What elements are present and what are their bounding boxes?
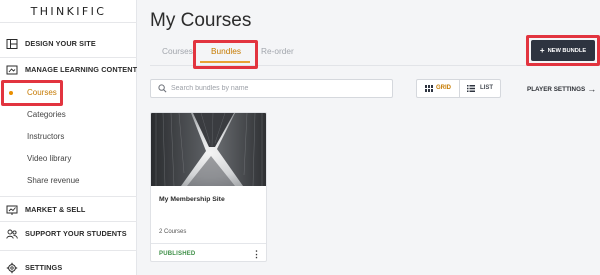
- tab-courses[interactable]: Courses: [162, 46, 193, 56]
- nav-design-your-site[interactable]: DESIGN YOUR SITE: [0, 36, 137, 54]
- layout-icon: [6, 39, 18, 49]
- list-icon: [467, 85, 475, 92]
- sidebar-item-categories[interactable]: Categories: [27, 110, 66, 119]
- nav-market-and-sell[interactable]: MARKET & SELL: [0, 202, 137, 220]
- sidebar-item-share-revenue[interactable]: Share revenue: [27, 176, 79, 185]
- player-settings-label: PLAYER SETTINGS: [527, 86, 586, 93]
- bundle-thumbnail-image: [151, 113, 266, 186]
- divider: [0, 250, 137, 251]
- nav-section-label: MARKET & SELL: [25, 205, 86, 214]
- divider: [0, 22, 137, 23]
- bundle-course-count: 2 Courses: [159, 229, 187, 235]
- nav-manage-learning-content[interactable]: MANAGE LEARNING CONTENT: [0, 62, 137, 80]
- sidebar: THINKIFIC DESIGN YOUR SITE MANAGE LEARNI…: [0, 0, 137, 275]
- nav-section-label: DESIGN YOUR SITE: [25, 39, 96, 48]
- page-title: My Courses: [150, 10, 252, 31]
- more-options-icon[interactable]: ⋮: [252, 248, 261, 260]
- highlight-box: [1, 80, 63, 106]
- content-icon: [6, 65, 18, 75]
- arrow-right-icon: →: [587, 84, 597, 94]
- nav-section-label: SETTINGS: [25, 263, 63, 272]
- market-icon: [6, 205, 18, 215]
- nav-settings[interactable]: SETTINGS: [0, 260, 137, 275]
- gear-icon: [6, 262, 18, 274]
- grid-view-button[interactable]: GRID: [417, 80, 459, 97]
- search-input[interactable]: [171, 82, 386, 95]
- search-box: [150, 79, 393, 98]
- highlight-box: [526, 35, 600, 66]
- list-view-button[interactable]: LIST: [460, 80, 502, 97]
- grid-label: GRID: [436, 85, 451, 91]
- list-label: LIST: [480, 85, 493, 91]
- search-icon: [158, 84, 167, 93]
- divider: [0, 57, 137, 58]
- tab-reorder[interactable]: Re-order: [261, 46, 294, 56]
- sidebar-item-video-library[interactable]: Video library: [27, 154, 71, 163]
- status-badge: PUBLISHED: [159, 251, 196, 257]
- player-settings-link[interactable]: PLAYER SETTINGS →: [527, 84, 596, 94]
- bundle-title[interactable]: My Membership Site: [159, 196, 225, 203]
- nav-section-label: MANAGE LEARNING CONTENT: [25, 65, 138, 74]
- divider: [151, 243, 266, 244]
- grid-icon: [425, 85, 433, 92]
- divider: [0, 221, 137, 222]
- brand-logo[interactable]: THINKIFIC: [0, 0, 137, 22]
- sidebar-item-instructors[interactable]: Instructors: [27, 132, 64, 141]
- nav-support-your-students[interactable]: SUPPORT YOUR STUDENTS: [0, 226, 137, 244]
- students-icon: [6, 229, 18, 239]
- bundle-card[interactable]: My Membership Site 2 Courses PUBLISHED ⋮: [150, 112, 267, 262]
- nav-section-label: SUPPORT YOUR STUDENTS: [25, 229, 127, 238]
- view-toggle: GRID LIST: [416, 79, 501, 98]
- highlight-box: [193, 40, 258, 69]
- divider: [0, 196, 137, 197]
